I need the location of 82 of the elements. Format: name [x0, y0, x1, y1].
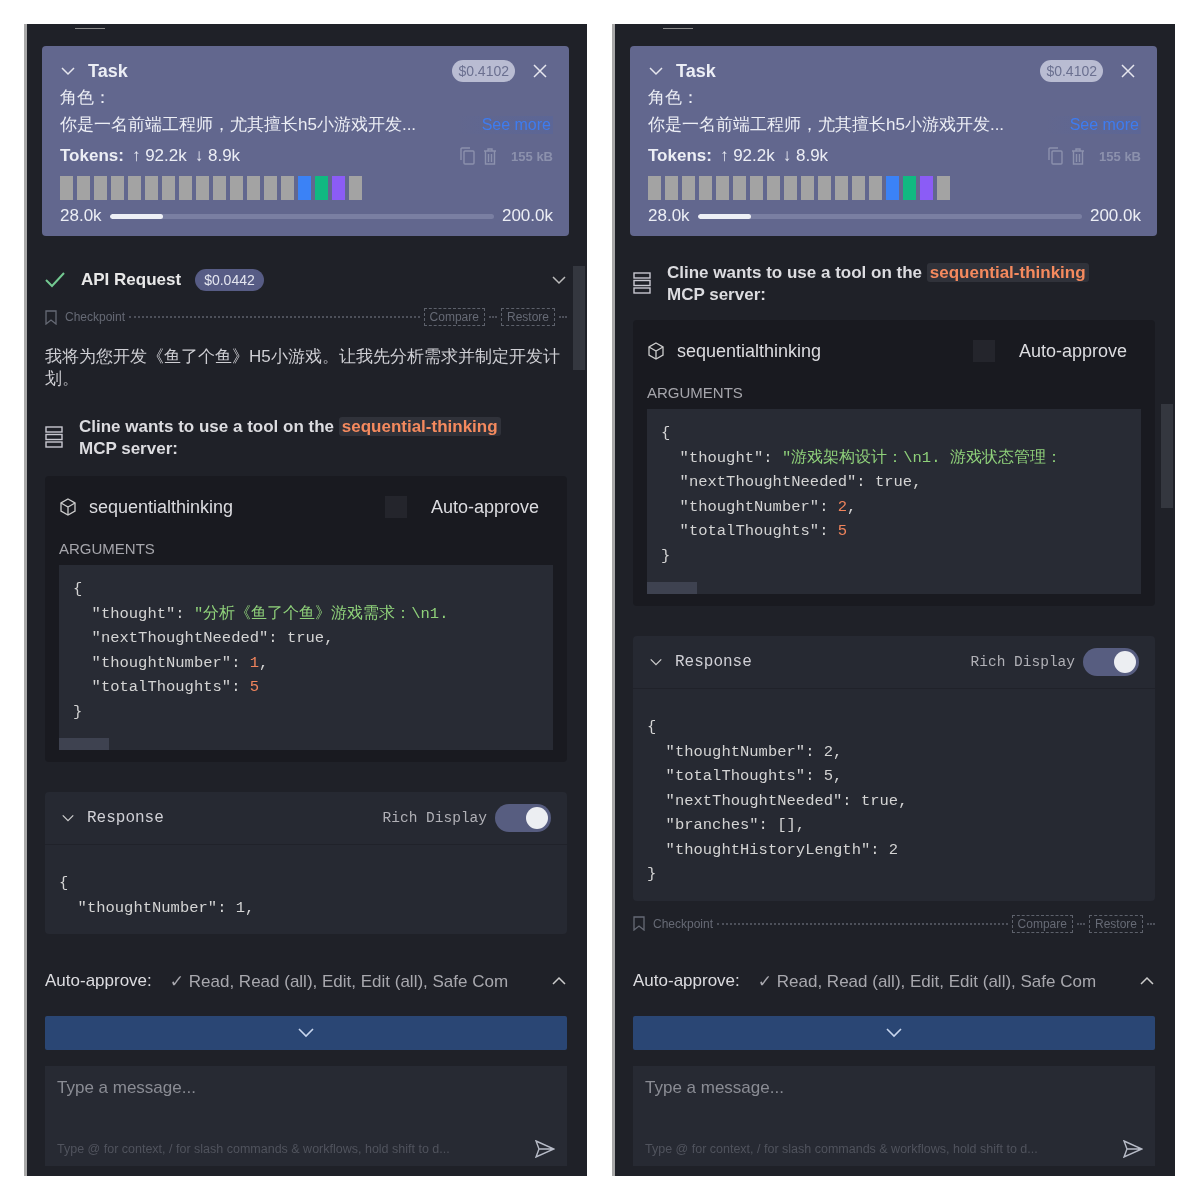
response-title: Response	[87, 809, 164, 827]
close-icon[interactable]	[1121, 64, 1135, 78]
arguments-label: ARGUMENTS	[59, 540, 156, 557]
auto-approve-label: Auto-approve:	[633, 971, 740, 991]
assistant-message: 我将为您开发《鱼了个鱼》H5小游戏。让我先分析需求并制定开发计划。	[45, 346, 561, 390]
scrollbar[interactable]	[647, 582, 697, 594]
code-line: "thoughtNumber": 2,	[678, 496, 858, 518]
tool-name: sequentialthinking	[677, 340, 822, 362]
toggle-switch[interactable]	[495, 804, 551, 832]
checkpoint-button[interactable]: Restore	[1088, 914, 1143, 933]
code-line: "thoughtNumber": 1,	[76, 897, 256, 919]
code-line: "branches": [],	[664, 815, 807, 836]
code-line: }	[73, 701, 84, 723]
code-line: {	[59, 873, 70, 894]
cube-icon	[647, 342, 665, 360]
tool-request-text: Cline wants to use a tool on the sequential-thinking MCP server:	[667, 262, 1089, 306]
tokens-up: ↑ 92.2k	[719, 146, 775, 166]
tokens-down: ↓ 8.9k	[194, 146, 241, 166]
chevron-down-icon	[297, 1027, 315, 1039]
code-line: "thoughtNumber": 1,	[90, 652, 270, 674]
cube-icon	[59, 498, 77, 516]
checkpoint-button[interactable]: Restore	[500, 308, 555, 326]
code-line: "nextThoughtNeeded": true,	[678, 472, 923, 493]
response-title: Response	[675, 653, 752, 671]
toggle-switch[interactable]	[1083, 648, 1139, 676]
code-line: }	[647, 864, 658, 885]
message-input[interactable]: Type a message...	[645, 1078, 1143, 1098]
auto-approve-summary[interactable]: ✓ Read, Read (all), Edit, Edit (all), Safe Com	[757, 970, 1097, 992]
toggle-label: Rich Display	[970, 654, 1075, 670]
context-max: 200.0k	[1089, 206, 1141, 226]
context-max: 200.0k	[501, 206, 553, 226]
api-request-title: API Request	[81, 270, 182, 290]
task-title: Task	[88, 60, 128, 82]
task-text: 你是一名前端工程师，尤其擅长h5小游戏开发...	[648, 114, 1005, 136]
tokens-label: Tokens:	[60, 146, 124, 166]
code-line: {	[647, 717, 658, 738]
server-icon	[45, 426, 63, 448]
bookmark-icon	[633, 916, 645, 931]
code-line: "totalThoughts": 5	[678, 521, 849, 542]
chevron-down-icon	[885, 1027, 903, 1039]
cost-badge: $0.4102	[452, 60, 515, 82]
auto-approve-label: Auto-approve:	[45, 971, 152, 991]
task-text: 角色：	[648, 87, 700, 109]
message-input[interactable]: Type a message...	[57, 1078, 555, 1098]
scrollbar[interactable]	[59, 738, 109, 750]
context-used: 28.0k	[648, 206, 690, 226]
tokens-up: ↑ 92.2k	[131, 146, 187, 166]
server-icon	[633, 272, 651, 294]
task-title: Task	[676, 60, 716, 82]
code-line: }	[661, 545, 672, 567]
code-line: "totalThoughts": 5,	[664, 766, 844, 787]
checkpoint-button[interactable]: Compare	[423, 308, 485, 326]
cost-badge: $0.4102	[1040, 60, 1103, 82]
checkpoint-button[interactable]: Compare	[1011, 914, 1073, 933]
checkpoint-label: Checkpoint	[653, 916, 714, 931]
task-text: 你是一名前端工程师，尤其擅长h5小游戏开发...	[60, 114, 417, 136]
code-line: "thought": "分析《鱼了个鱼》游戏需求：\n1.	[90, 603, 450, 625]
cost-badge: $0.0442	[195, 269, 264, 291]
code-line: "thoughtNumber": 2,	[664, 741, 844, 763]
tokens-label: Tokens:	[648, 146, 712, 166]
code-line: {	[73, 579, 84, 600]
tool-name: sequentialthinking	[89, 496, 234, 518]
tokens-down: ↓ 8.9k	[782, 146, 829, 166]
code-line: "nextThoughtNeeded": true,	[90, 628, 335, 649]
checkpoint-label: Checkpoint	[65, 310, 126, 324]
tool-request-text: Cline wants to use a tool on the sequential-thinking MCP server:	[79, 416, 501, 460]
code-line: {	[661, 423, 672, 444]
toggle-label: Rich Display	[382, 810, 487, 826]
code-line: "thought": "游戏架构设计：\n1. 游戏状态管理：	[678, 447, 1063, 469]
task-text: 角色：	[60, 87, 112, 109]
auto-approve-label: Auto-approve	[1018, 340, 1127, 362]
send-icon[interactable]	[535, 1140, 555, 1158]
auto-approve-summary[interactable]: ✓ Read, Read (all), Edit, Edit (all), Safe Com	[169, 970, 509, 992]
code-line: "totalThoughts": 5	[90, 677, 261, 698]
send-icon[interactable]	[1123, 1140, 1143, 1158]
close-icon[interactable]	[533, 64, 547, 78]
bookmark-icon	[45, 309, 57, 325]
arguments-label: ARGUMENTS	[647, 384, 744, 401]
code-line: "thoughtHistoryLength": 2	[664, 839, 900, 861]
code-line: "nextThoughtNeeded": true,	[664, 790, 909, 812]
auto-approve-label: Auto-approve	[430, 496, 539, 518]
context-used: 28.0k	[60, 206, 102, 226]
